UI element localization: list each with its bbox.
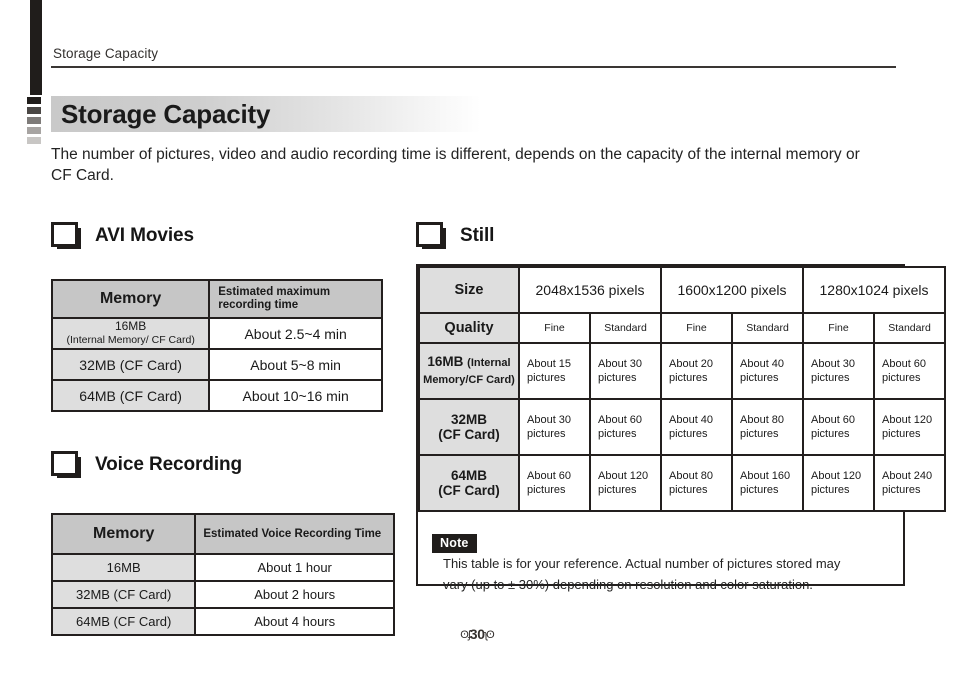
still-cell-r1c2: About 30 pictures: [589, 342, 662, 400]
page-number: 30: [469, 626, 485, 642]
table-row: 64MB (CF Card) About 60 pictures About 12…: [418, 454, 946, 512]
still-header-quality: Quality: [418, 312, 520, 344]
square-badge-icon: [51, 222, 81, 249]
still-quality-6: Standard: [873, 312, 946, 344]
table-row: 16MB About 1 hour: [50, 553, 395, 582]
still-cell-r3c2: About 120 pictures: [589, 454, 662, 512]
voice-row-time-1: About 1 hour: [194, 553, 395, 582]
section-title-avi-movies: AVI Movies: [95, 224, 194, 246]
margin-square-2: [27, 107, 41, 114]
still-cell-r1c5: About 30 pictures: [802, 342, 875, 400]
still-cell-r1c6: About 60 pictures: [873, 342, 946, 400]
still-quality-3: Fine: [660, 312, 733, 344]
page-title: Storage Capacity: [61, 99, 271, 129]
intro-paragraph: The number of pictures, video and audio …: [51, 146, 860, 184]
avi-row-memory-1: 16MB (Internal Memory/ CF Card): [50, 317, 211, 350]
still-cell-r3c3: About 80 pictures: [660, 454, 733, 512]
still-quality-1: Fine: [518, 312, 591, 344]
voice-header-memory: Memory: [50, 513, 197, 555]
still-row-memory-1-main: 16MB: [427, 354, 468, 369]
table-row: Size 2048x1536 pixels 1600x1200 pixels 1…: [418, 266, 946, 314]
margin-square-4: [27, 127, 41, 134]
section-heading-still: Still: [416, 222, 494, 249]
avi-row-time-1: About 2.5~4 min: [208, 317, 383, 350]
avi-header-time: Estimated maximum recording time: [208, 279, 383, 319]
table-row: 16MB (Internal Memory/ CF Card) About 2.…: [50, 317, 383, 350]
still-cell-r2c6: About 120 pictures: [873, 398, 946, 456]
still-cell-r3c4: About 160 pictures: [731, 454, 804, 512]
note-badge: Note: [432, 534, 477, 553]
left-margin-squares: [27, 97, 41, 147]
section-heading-voice-recording: Voice Recording: [51, 451, 242, 478]
still-row-memory-2: 32MB (CF Card): [418, 398, 520, 456]
table-row: 32MB (CF Card) About 5~8 min: [50, 348, 383, 381]
table-row: 64MB (CF Card) About 10~16 min: [50, 379, 383, 412]
table-row: 32MB (CF Card) About 2 hours: [50, 580, 395, 609]
still-header-size: Size: [418, 266, 520, 314]
still-cell-r3c6: About 240 pictures: [873, 454, 946, 512]
section-title-voice-recording: Voice Recording: [95, 453, 243, 475]
still-size-3: 1280x1024 pixels: [802, 266, 946, 314]
still-size-1: 2048x1536 pixels: [518, 266, 662, 314]
still-cell-r2c1: About 30 pictures: [518, 398, 591, 456]
table-row: Memory Estimated maximum recording time: [50, 279, 383, 319]
avi-row-memory-3: 64MB (CF Card): [50, 379, 211, 412]
avi-row-memory-1-main: 16MB: [114, 319, 147, 333]
avi-movies-table: Memory Estimated maximum recording time …: [50, 279, 383, 412]
footer-ornament-right: ʅʘ: [484, 629, 495, 641]
note-block: Note This table is for your reference. Ac…: [432, 534, 894, 595]
left-margin-bar: [30, 0, 42, 95]
still-cell-r3c5: About 120 pictures: [802, 454, 875, 512]
still-quality-2: Standard: [589, 312, 662, 344]
section-heading-avi-movies: AVI Movies: [51, 222, 194, 249]
still-cell-r3c1: About 60 pictures: [518, 454, 591, 512]
running-head: Storage Capacity: [53, 46, 159, 61]
still-size-2: 1600x1200 pixels: [660, 266, 804, 314]
still-cell-r1c4: About 40 pictures: [731, 342, 804, 400]
still-cell-r2c5: About 60 pictures: [802, 398, 875, 456]
note-text: This table is for your reference. Actual…: [443, 556, 841, 592]
voice-header-time: Estimated Voice Recording Time: [194, 513, 395, 555]
page-footer: ʘʄ30ʅʘ: [0, 626, 954, 642]
still-quality-5: Fine: [802, 312, 875, 344]
margin-square-3: [27, 117, 41, 124]
still-cell-r1c3: About 20 pictures: [660, 342, 733, 400]
still-row-memory-1: 16MB (Internal Memory/CF Card): [418, 342, 520, 400]
still-cell-r2c3: About 40 pictures: [660, 398, 733, 456]
avi-header-memory: Memory: [50, 279, 211, 319]
table-row: Memory Estimated Voice Recording Time: [50, 513, 395, 555]
still-cell-r2c4: About 80 pictures: [731, 398, 804, 456]
square-badge-icon: [416, 222, 446, 249]
avi-row-memory-2: 32MB (CF Card): [50, 348, 211, 381]
avi-row-memory-1-sub: (Internal Memory/ CF Card): [66, 334, 195, 346]
still-table: Size 2048x1536 pixels 1600x1200 pixels 1…: [418, 266, 946, 512]
voice-recording-table: Memory Estimated Voice Recording Time 16…: [50, 513, 395, 636]
voice-row-memory-2: 32MB (CF Card): [50, 580, 197, 609]
still-row-memory-2-sub: (CF Card): [438, 427, 500, 442]
section-title-still: Still: [460, 224, 495, 246]
still-row-memory-3-main: 64MB: [450, 468, 487, 483]
margin-square-5: [27, 137, 41, 144]
table-row: 32MB (CF Card) About 30 pictures About 60…: [418, 398, 946, 456]
margin-square-1: [27, 97, 41, 104]
square-badge-icon: [51, 451, 81, 478]
voice-row-time-2: About 2 hours: [194, 580, 395, 609]
still-cell-r2c2: About 60 pictures: [589, 398, 662, 456]
still-row-memory-3-sub: (CF Card): [438, 483, 500, 498]
still-row-memory-2-main: 32MB: [450, 412, 487, 427]
table-row: Quality Fine Standard Fine Standard Fine…: [418, 312, 946, 344]
still-cell-r1c1: About 15 pictures: [518, 342, 591, 400]
running-head-rule: [51, 66, 896, 68]
avi-row-time-2: About 5~8 min: [208, 348, 383, 381]
avi-row-time-3: About 10~16 min: [208, 379, 383, 412]
footer-ornament-left: ʘʄ: [460, 629, 470, 641]
still-quality-4: Standard: [731, 312, 804, 344]
table-row: 16MB (Internal Memory/CF Card) About 15 …: [418, 342, 946, 400]
still-row-memory-3: 64MB (CF Card): [418, 454, 520, 512]
voice-row-memory-1: 16MB: [50, 553, 197, 582]
